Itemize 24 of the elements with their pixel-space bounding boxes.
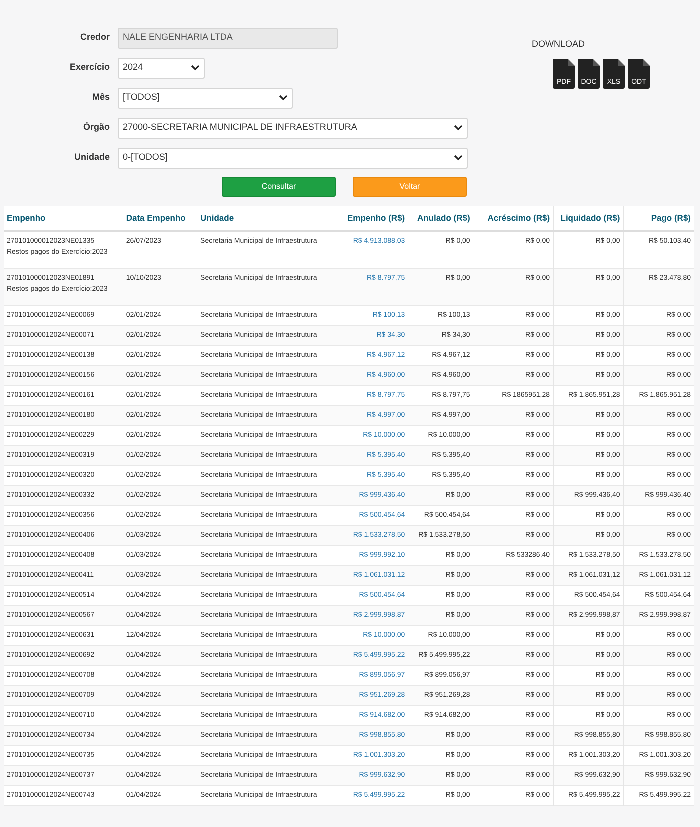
column-header: Unidade — [198, 206, 328, 231]
select-field[interactable]: 2024 — [118, 58, 205, 78]
select-field[interactable]: 0-[TODOS] — [118, 148, 468, 168]
select-field[interactable]: [TODOS] — [118, 88, 293, 108]
column-header: Data Empenho — [123, 206, 198, 231]
column-header: Acréscimo (R$) — [473, 206, 554, 231]
column-header: Anulado (R$) — [408, 206, 474, 231]
column-header: Liquidado (R$) — [554, 206, 624, 231]
field-label: Exercício — [68, 61, 111, 74]
select-field[interactable]: 27000-SECRETARIA MUNICIPAL DE INFRAESTRUTURA — [118, 118, 468, 138]
chevron-down-icon — [279, 95, 288, 101]
download-title: DOWNLOAD — [532, 38, 586, 51]
column-header: Empenho — [4, 206, 124, 231]
field-label: Órgão — [82, 121, 111, 134]
chevron-down-icon — [454, 155, 463, 161]
action-button[interactable]: Consultar — [222, 177, 336, 197]
field-label: Mês — [91, 91, 111, 104]
field-label: Credor — [79, 31, 111, 44]
column-header: Pago (R$) — [624, 206, 694, 231]
chevron-down-icon — [191, 65, 200, 71]
column-header: Empenho (R$) — [328, 206, 408, 231]
field-label: Unidade — [73, 151, 111, 164]
chevron-down-icon — [454, 125, 463, 131]
input-field: NALE ENGENHARIA LTDA — [118, 28, 338, 48]
